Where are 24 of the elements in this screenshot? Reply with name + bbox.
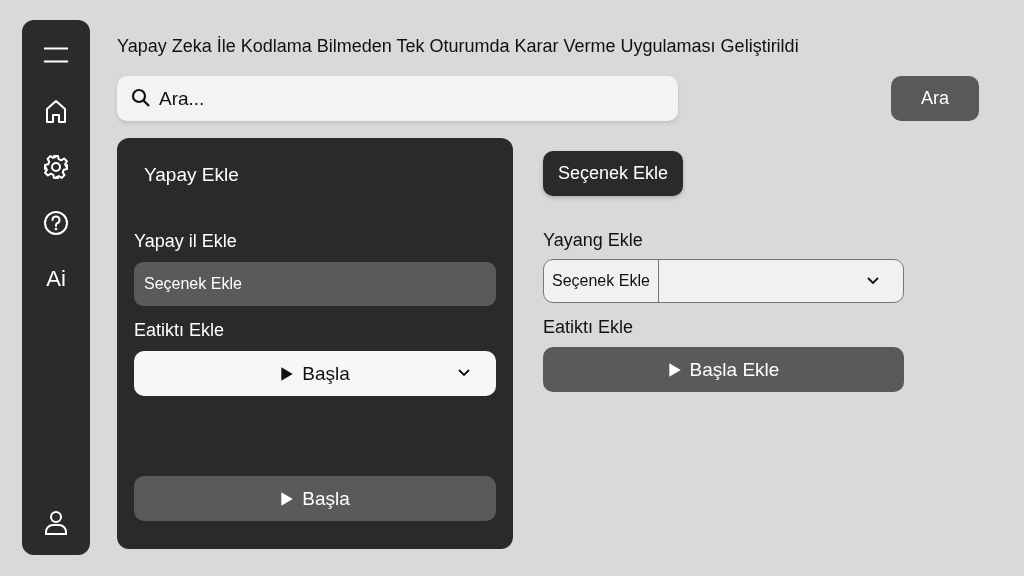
chevron-icon — [458, 369, 470, 377]
start-button[interactable]: Başla — [134, 476, 496, 521]
add-option-button[interactable]: Seçenek Ekle — [543, 151, 684, 196]
field-label: Yapay il Ekle — [134, 231, 238, 252]
help-icon[interactable] — [43, 210, 69, 236]
search-button[interactable]: Ara — [891, 76, 979, 121]
tag-label: Eatiktı Ekle — [543, 317, 634, 338]
start-dropdown[interactable]: Başla — [134, 351, 496, 396]
field-label: Yayang Ekle — [543, 230, 643, 251]
panel-heading: Yapay Ekle — [144, 164, 240, 186]
settings-icon[interactable] — [43, 154, 69, 180]
select-label: Eatiktı Ekle — [134, 320, 226, 341]
start-add-button[interactable]: Başla Ekle — [543, 347, 904, 392]
play-icon — [280, 490, 295, 507]
option-field[interactable]: Seçenek Ekle — [134, 262, 496, 306]
play-icon — [280, 365, 295, 382]
ai-text-icon[interactable]: Ai — [46, 266, 66, 292]
play-icon — [667, 361, 682, 378]
chevron-icon — [867, 277, 879, 285]
option-dropdown[interactable]: Seçenek Ekle — [543, 259, 904, 303]
search-field[interactable]: Ara... — [117, 76, 678, 121]
home-icon[interactable] — [43, 98, 69, 124]
user-icon[interactable] — [43, 509, 69, 535]
page-title: Yapay Zeka İle Kodlama Bilmeden Tek Oturumda Karar Verme Uygulaması Geliştirildi — [117, 36, 800, 57]
